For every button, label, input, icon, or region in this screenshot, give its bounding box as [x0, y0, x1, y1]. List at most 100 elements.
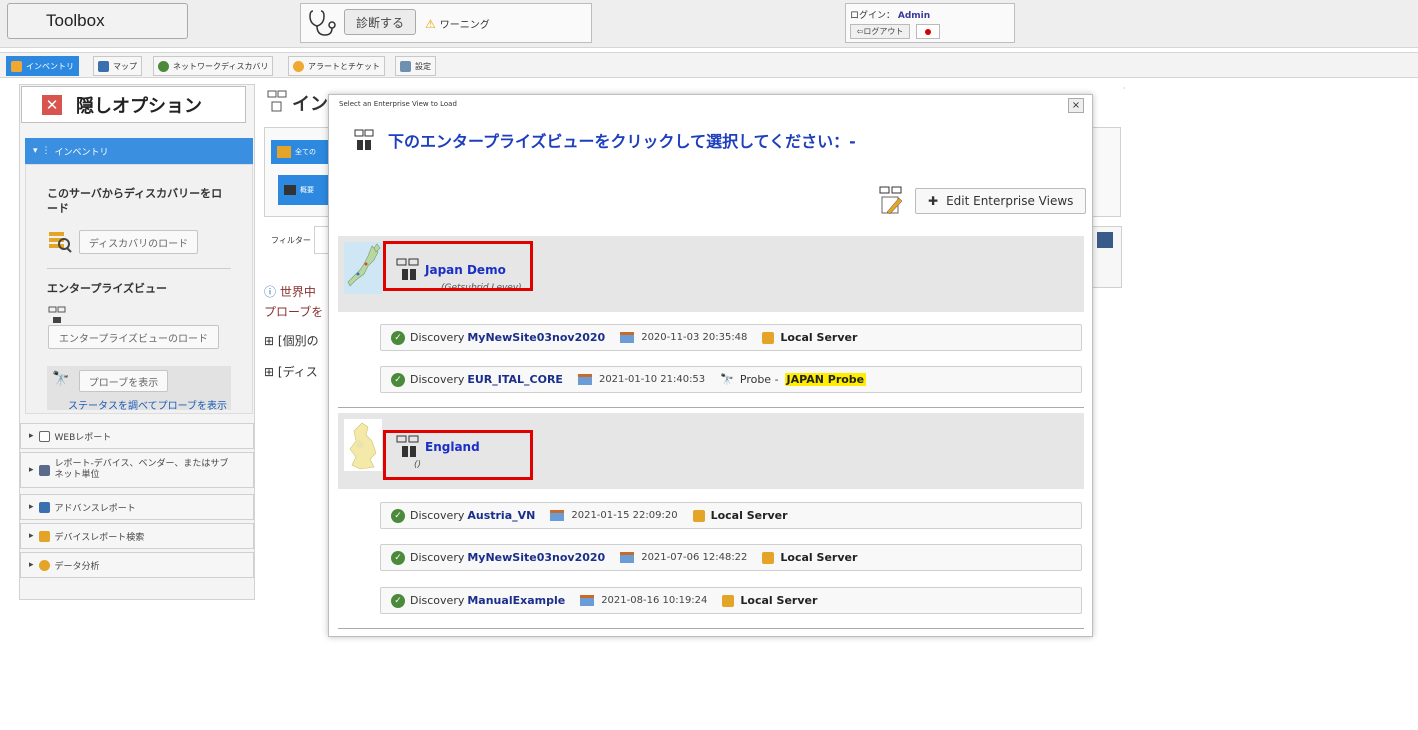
tab-map[interactable]: マップ: [93, 56, 142, 76]
discovery-name[interactable]: ManualExample: [467, 594, 565, 607]
inventory-header-icon: ⋮: [41, 146, 51, 156]
edit-button-label: Edit Enterprise Views: [946, 194, 1074, 208]
show-probes-button[interactable]: プローブを表示: [79, 370, 168, 392]
info-icon: ⓘ: [264, 285, 277, 299]
expand-arrow-icon: ▸: [29, 531, 34, 541]
diagnose-panel: 診断する ⚠ ワーニング: [300, 3, 592, 43]
discovery-date: 2020-11-03 20:35:48: [641, 332, 748, 343]
data-analysis-icon: [38, 559, 50, 571]
discovery-name[interactable]: Austria_VN: [467, 509, 535, 522]
calendar-icon: [577, 374, 592, 385]
sidebar-item-data-analysis[interactable]: ▸ データ分析: [20, 552, 254, 578]
link-icon: ⊞: [264, 334, 275, 348]
sidebar-section-label: インベントリ: [54, 147, 109, 158]
language-flag-icon[interactable]: [916, 24, 940, 39]
discovery-name[interactable]: MyNewSite03nov2020: [467, 551, 605, 564]
enterprise-view-dialog: Select an Enterprise View to Load × 下のエン…: [328, 94, 1093, 637]
map-icon: [98, 60, 109, 72]
sidebar-item-label: レポート-デバイス、ベンダー、またはサブネット単位: [54, 459, 229, 480]
highlight-box: [383, 241, 533, 291]
discovery-name[interactable]: EUR_ITAL_CORE: [467, 373, 563, 386]
tab-label: 設定: [415, 61, 431, 71]
sidebar-item-label: WEBレポート: [54, 432, 112, 443]
web-report-icon: [38, 430, 50, 442]
calendar-icon: [620, 552, 635, 563]
info-text-2: プローブを: [264, 305, 324, 319]
logout-button[interactable]: ⇦ ログアウト: [850, 24, 910, 39]
dialog-close-button[interactable]: ×: [1068, 98, 1084, 113]
sidebar-item-web-report[interactable]: ▸ WEBレポート: [20, 423, 254, 449]
probe-status-link[interactable]: ステータスを調べてプローブを表示: [68, 397, 227, 412]
login-label: ログイン：: [850, 11, 896, 21]
tab-inventory[interactable]: インベントリ: [6, 56, 79, 76]
tab-settings[interactable]: 設定: [395, 56, 436, 76]
main-title: イン: [292, 94, 328, 115]
export-icon[interactable]: [1097, 232, 1113, 248]
enterprise-view-icon: [48, 306, 66, 324]
discovery-prefix: Discovery: [410, 594, 465, 607]
discovery-date: 2021-07-06 12:48:22: [641, 552, 748, 563]
hide-options-button[interactable]: ✕ 隠しオプション: [21, 86, 246, 123]
sidebar-item-report-by-device[interactable]: ▸ レポート-デバイス、ベンダー、またはサブネット単位: [20, 452, 254, 488]
calendar-icon: [550, 510, 565, 521]
dialog-heading: 下のエンタープライズビューをクリックして選択してください：-: [354, 128, 856, 152]
discovery-row[interactable]: ✓ Discovery MyNewSite03nov2020 2020-11-0…: [380, 324, 1082, 351]
tab-label: インベントリ: [26, 61, 74, 71]
expand-arrow-icon: ▸: [29, 464, 34, 475]
check-circle-icon: ✓: [391, 330, 405, 345]
edit-row: ✚ Edit Enterprise Views: [879, 186, 1087, 216]
individual-link[interactable]: ⊞ [個別の: [264, 332, 319, 349]
discovery-name[interactable]: MyNewSite03nov2020: [467, 331, 605, 344]
main-inventory-icon: [267, 90, 287, 112]
settings-icon: [400, 60, 411, 72]
discovery-prefix: Discovery: [410, 373, 465, 386]
probe-name-highlight: JAPAN Probe: [784, 373, 867, 386]
main-tab-bar: インベントリ マップ ネットワークディスカバリ アラートとチケット 設定: [0, 52, 1418, 78]
all-devices-icon: [277, 146, 291, 158]
server-icon: [762, 551, 775, 564]
plus-icon: ✚: [928, 194, 939, 208]
warning-icon: ⚠: [425, 16, 436, 31]
discovery-link-label: [ディス: [277, 365, 318, 379]
discovery-row[interactable]: ✓ Discovery ManualExample 2021-08-16 10:…: [380, 587, 1082, 614]
dialog-heading-text: 下のエンタープライズビューをクリックして選択してください：-: [388, 132, 856, 151]
report-icon: [38, 464, 50, 476]
hide-options-label: 隠しオプション: [76, 95, 202, 117]
edit-enterprise-view-icon: [879, 186, 903, 215]
tab-alerts[interactable]: アラートとチケット: [288, 56, 385, 76]
discovery-row[interactable]: ✓ Discovery Austria_VN 2021-01-15 22:09:…: [380, 502, 1082, 529]
server-icon: [762, 331, 775, 344]
enterprise-view-icon: [354, 129, 374, 150]
filter-label: フィルター: [271, 236, 311, 245]
dot-marker: ·: [1123, 84, 1126, 93]
check-circle-icon: ✓: [391, 372, 405, 387]
load-discovery-button[interactable]: ディスカバリのロード: [79, 230, 198, 254]
edit-enterprise-views-button[interactable]: ✚ Edit Enterprise Views: [915, 188, 1087, 214]
sidebar-item-label: デバイスレポート検索: [54, 532, 145, 543]
sidebar-item-device-search[interactable]: ▸ デバイスレポート検索: [20, 523, 254, 549]
discovery-link[interactable]: ⊞ [ディス: [264, 363, 318, 380]
diagnose-button[interactable]: 診断する: [344, 9, 416, 35]
discovery-row[interactable]: ✓ Discovery MyNewSite03nov2020 2021-07-0…: [380, 544, 1082, 571]
sidebar-section-inventory[interactable]: ▾ ⋮ インベントリ: [25, 138, 253, 164]
info-text-1-label: 世界中: [279, 285, 316, 299]
japan-map-thumbnail: [344, 242, 382, 294]
probe-prefix: Probe -: [739, 373, 779, 386]
sidebar-item-advanced-report[interactable]: ▸ アドバンスレポート: [20, 494, 254, 520]
load-enterprise-view-button[interactable]: エンタープライズビューのロード: [48, 325, 219, 349]
tab-network-discovery[interactable]: ネットワークディスカバリ: [153, 56, 274, 76]
all-tab[interactable]: 全ての: [271, 140, 331, 164]
discovery-date: 2021-01-15 22:09:20: [571, 510, 678, 521]
discovery-date: 2021-08-16 10:19:24: [601, 595, 708, 606]
expand-arrow-icon: ▸: [29, 560, 34, 570]
overview-icon: [284, 185, 296, 195]
warning-indicator[interactable]: ⚠ ワーニング: [425, 16, 490, 32]
toolbox-button[interactable]: Toolbox: [7, 3, 188, 39]
logout-icon: ⇦: [856, 27, 864, 36]
discovery-date: 2021-01-10 21:40:53: [598, 374, 706, 385]
discovery-source: Local Server: [780, 551, 858, 564]
overview-button[interactable]: 概要: [278, 175, 328, 205]
discovery-row[interactable]: ✓ Discovery EUR_ITAL_CORE 2021-01-10 21:…: [380, 366, 1082, 393]
server-icon: [692, 509, 705, 522]
inventory-icon: [11, 60, 22, 72]
